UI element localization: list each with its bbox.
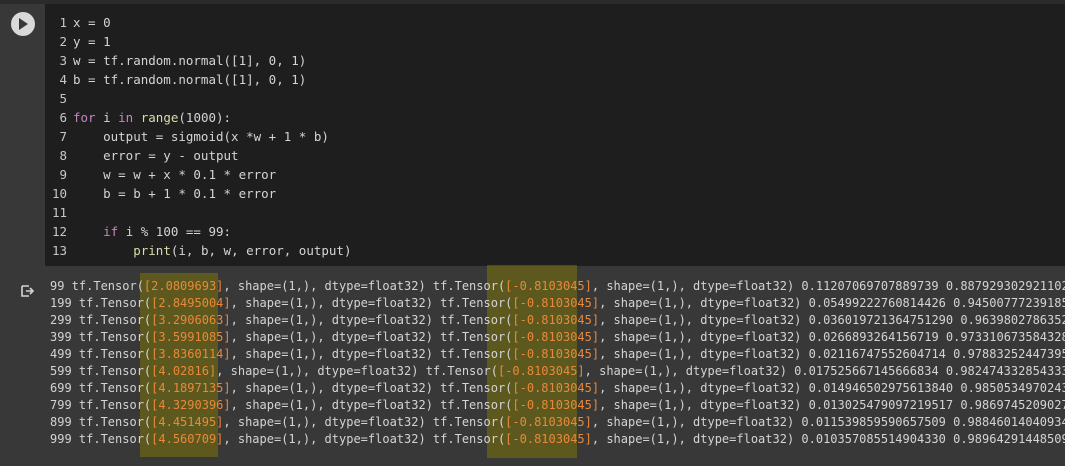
code-text: if i % 100 == 99: <box>103 224 232 239</box>
code-text: w = w + x * 0.1 * error <box>73 167 277 182</box>
output-line: 299 tf.Tensor([3.2906063], shape=(1,), d… <box>50 313 1065 327</box>
output-toggle-icon[interactable] <box>19 283 35 299</box>
code-text: w = tf.random.normal([1], 0, 1) <box>73 53 307 68</box>
code-text: output = sigmoid(x *w + 1 * b) <box>73 129 329 144</box>
code-text: b = b + 1 * 0.1 * error <box>73 186 277 201</box>
output-line: 99 tf.Tensor([2.0809693], shape=(1,), dt… <box>50 279 1065 293</box>
code-editor[interactable]: 1 x = 0 2 y = 1 3 w = tf.random.normal([1], 0… <box>45 4 1065 266</box>
line-number: 4 <box>59 72 67 87</box>
output-line: 399 tf.Tensor([3.5991085], shape=(1,), d… <box>50 330 1065 344</box>
code-text: error = y - output <box>73 148 239 163</box>
line-number: 7 <box>59 129 67 144</box>
output-line: 999 tf.Tensor([4.560709], shape=(1,), dt… <box>50 432 1065 446</box>
line-number: 9 <box>59 167 67 182</box>
line-number: 10 <box>51 186 67 201</box>
output-line: 599 tf.Tensor([4.02816], shape=(1,), dty… <box>50 364 1065 378</box>
output-line: 699 tf.Tensor([4.1897135], shape=(1,), d… <box>50 381 1065 395</box>
code-text: x = 0 <box>73 15 111 30</box>
output-line: 799 tf.Tensor([4.3290396], shape=(1,), d… <box>50 398 1065 412</box>
line-number: 6 <box>59 110 67 125</box>
line-number: 13 <box>51 243 67 258</box>
line-number: 8 <box>59 148 67 163</box>
code-text: b = tf.random.normal([1], 0, 1) <box>73 72 307 87</box>
line-number: 3 <box>59 53 67 68</box>
output-line: 899 tf.Tensor([4.451495], shape=(1,), dt… <box>50 415 1065 429</box>
run-cell-button[interactable] <box>11 12 35 36</box>
output-line: 199 tf.Tensor([2.8495004], shape=(1,), d… <box>50 296 1065 310</box>
code-text: print(i, b, w, error, output) <box>133 243 352 258</box>
code-text: for i in range(1000): <box>73 110 232 125</box>
line-number: 2 <box>59 34 67 49</box>
line-number: 1 <box>59 15 67 30</box>
line-number: 12 <box>51 224 67 239</box>
line-number: 11 <box>51 205 67 220</box>
line-number: 5 <box>59 91 67 106</box>
play-icon <box>19 18 28 30</box>
code-text: y = 1 <box>73 34 111 49</box>
output-line: 499 tf.Tensor([3.8360114], shape=(1,), d… <box>50 347 1065 361</box>
